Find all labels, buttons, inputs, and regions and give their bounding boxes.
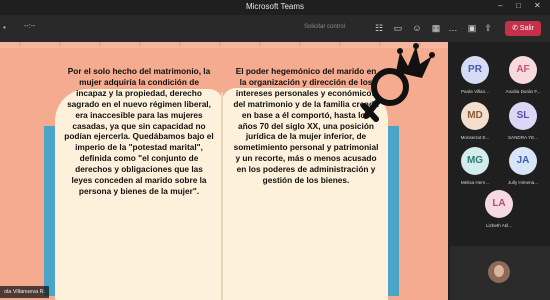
meeting-toolbar: • --:-- Solicitar control ☷ ▭ ☺ ▦ … ▣ ⇧ … — [0, 15, 550, 42]
phone-icon: ✆ — [512, 25, 518, 32]
leave-button[interactable]: ✆ Salir — [505, 21, 541, 36]
participants-icon[interactable]: ☷ — [372, 21, 386, 35]
more-options-icon[interactable]: … — [446, 21, 460, 35]
avatar: AF — [509, 56, 537, 84]
request-control-button[interactable]: Solicitar control — [304, 24, 345, 30]
meeting-timer: --:-- — [24, 23, 36, 30]
participant-name: Monserrat E... — [460, 135, 490, 140]
rooms-icon[interactable]: ▦ — [429, 21, 443, 35]
avatar: MG — [461, 147, 489, 175]
camera-icon[interactable]: ▣ — [465, 21, 479, 35]
avatar: JA — [509, 147, 537, 175]
avatar: PR — [461, 56, 489, 84]
participant-tile[interactable]: SL SANDRA YE... — [498, 102, 548, 152]
avatar: MD — [461, 102, 489, 130]
participant-name: SANDRA YE... — [507, 135, 539, 140]
minimize-icon[interactable]: – — [498, 1, 502, 10]
close-icon[interactable]: ✕ — [534, 1, 541, 10]
react-icon[interactable]: ☺ — [410, 21, 424, 35]
avatar: LA — [485, 190, 513, 218]
book-spine — [221, 92, 223, 300]
more-icon[interactable]: • — [3, 23, 6, 32]
maximize-icon[interactable]: □ — [516, 1, 521, 10]
participant-name: Jully Himena... — [507, 180, 539, 185]
participant-name: Melisa Hern... — [460, 180, 490, 185]
participant-tile[interactable]: MD Monserrat E... — [450, 102, 500, 152]
participant-tile[interactable]: PR Paola Villan... — [450, 56, 500, 106]
self-face — [494, 265, 504, 277]
participant-name: Paola Villan... — [460, 89, 489, 94]
slide-text-right: El poder hegemónico del marido en la org… — [233, 66, 379, 186]
presenter-name-tag: ola Villanueva R. — [0, 286, 50, 298]
share-icon[interactable]: ⇧ — [481, 21, 495, 35]
participant-tile[interactable]: LA Lizbeth Atil... — [474, 190, 524, 240]
participant-name: Lizbeth Atil... — [485, 223, 513, 228]
slide-text-left: Por el solo hecho del matrimonio, la muj… — [64, 66, 214, 196]
self-video-preview[interactable] — [450, 246, 550, 300]
participant-tile[interactable]: AF Analiia Durán F... — [498, 56, 548, 106]
leave-label: Salir — [519, 25, 534, 32]
participant-name: Analiia Durán F... — [505, 89, 541, 94]
title-bar: Microsoft Teams – □ ✕ — [0, 0, 550, 15]
avatar: SL — [509, 102, 537, 130]
chat-icon[interactable]: ▭ — [391, 21, 405, 35]
window-title: Microsoft Teams — [245, 2, 305, 11]
